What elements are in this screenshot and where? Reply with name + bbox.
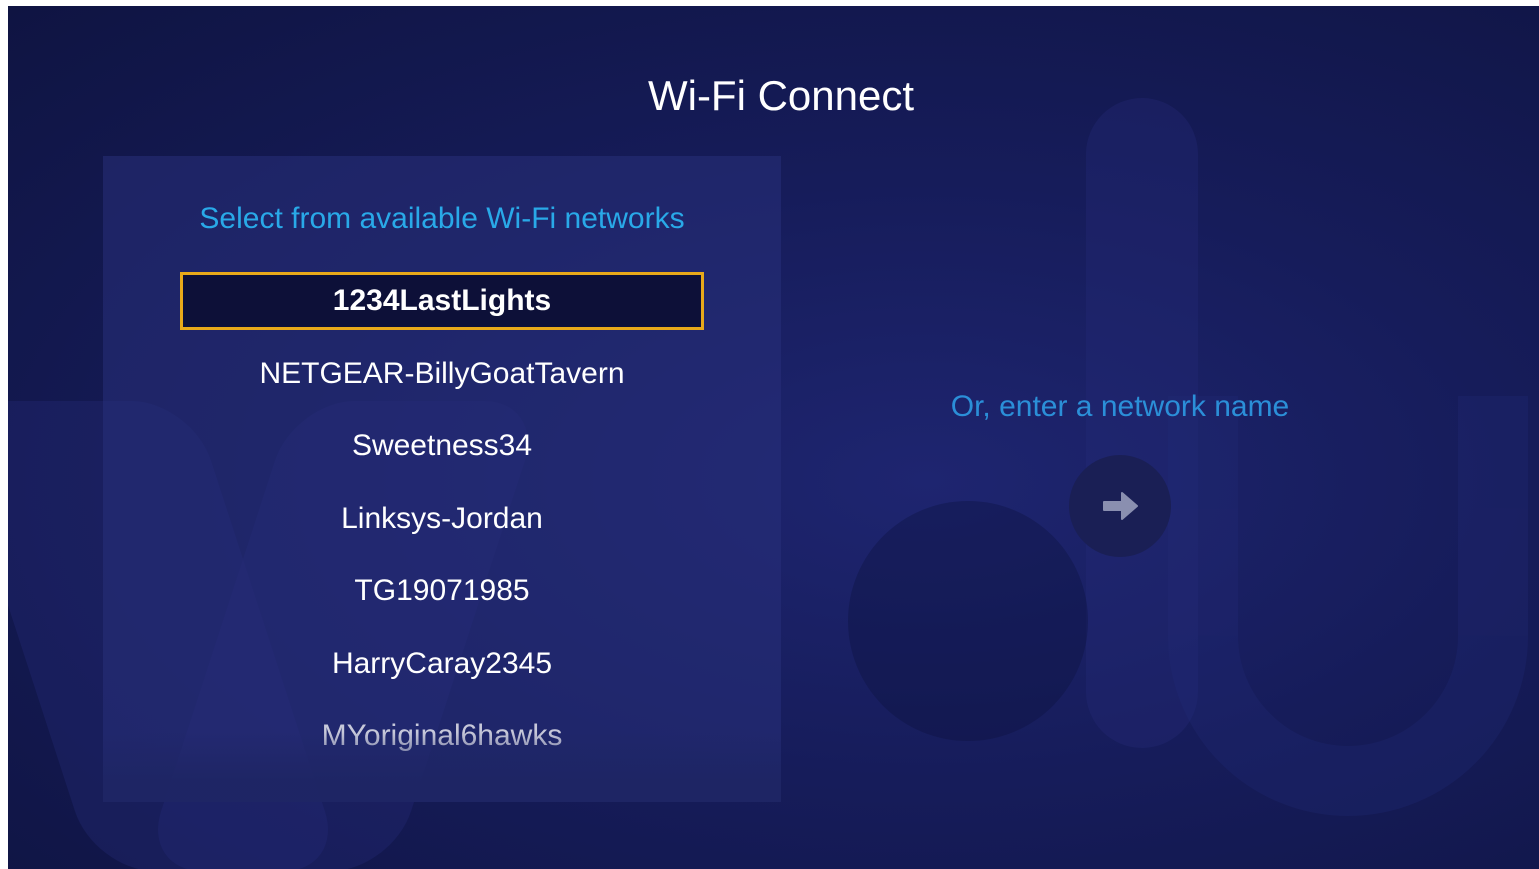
background-logo-shape [848, 501, 1088, 741]
network-item[interactable]: NETGEAR-BillyGoatTavern [103, 345, 781, 418]
network-item-selected[interactable]: 1234LastLights [103, 272, 781, 345]
network-name: NETGEAR-BillyGoatTavern [259, 356, 625, 390]
network-list: 1234LastLights NETGEAR-BillyGoatTavern S… [103, 272, 781, 780]
network-list-panel: Select from available Wi-Fi networks 123… [103, 156, 781, 802]
network-name: TG19071985 [354, 574, 530, 607]
wifi-connect-screen: Wi-Fi Connect Select from available Wi-F… [8, 6, 1539, 869]
network-name: HarryCaray2345 [331, 646, 553, 680]
background-logo-shape [1168, 396, 1528, 816]
page-title: Wi-Fi Connect [647, 72, 915, 119]
network-name: Linksys-Jordan [341, 501, 543, 535]
network-item[interactable]: MYoriginal6hawks [103, 707, 781, 780]
arrow-right-icon [1103, 492, 1138, 520]
network-item[interactable]: TG19071985 [103, 562, 781, 635]
network-name: 1234LastLights [332, 284, 552, 317]
manual-entry-label: Or, enter a network name [950, 390, 1290, 423]
network-item[interactable]: Linksys-Jordan [103, 490, 781, 563]
network-list-heading: Select from available Wi-Fi networks [199, 202, 685, 235]
network-name: MYoriginal6hawks [321, 719, 563, 752]
network-name: Sweetness34 [351, 429, 533, 462]
network-item[interactable]: Sweetness34 [103, 417, 781, 490]
enter-network-name-button[interactable] [1069, 455, 1171, 557]
network-item[interactable]: HarryCaray2345 [103, 635, 781, 708]
